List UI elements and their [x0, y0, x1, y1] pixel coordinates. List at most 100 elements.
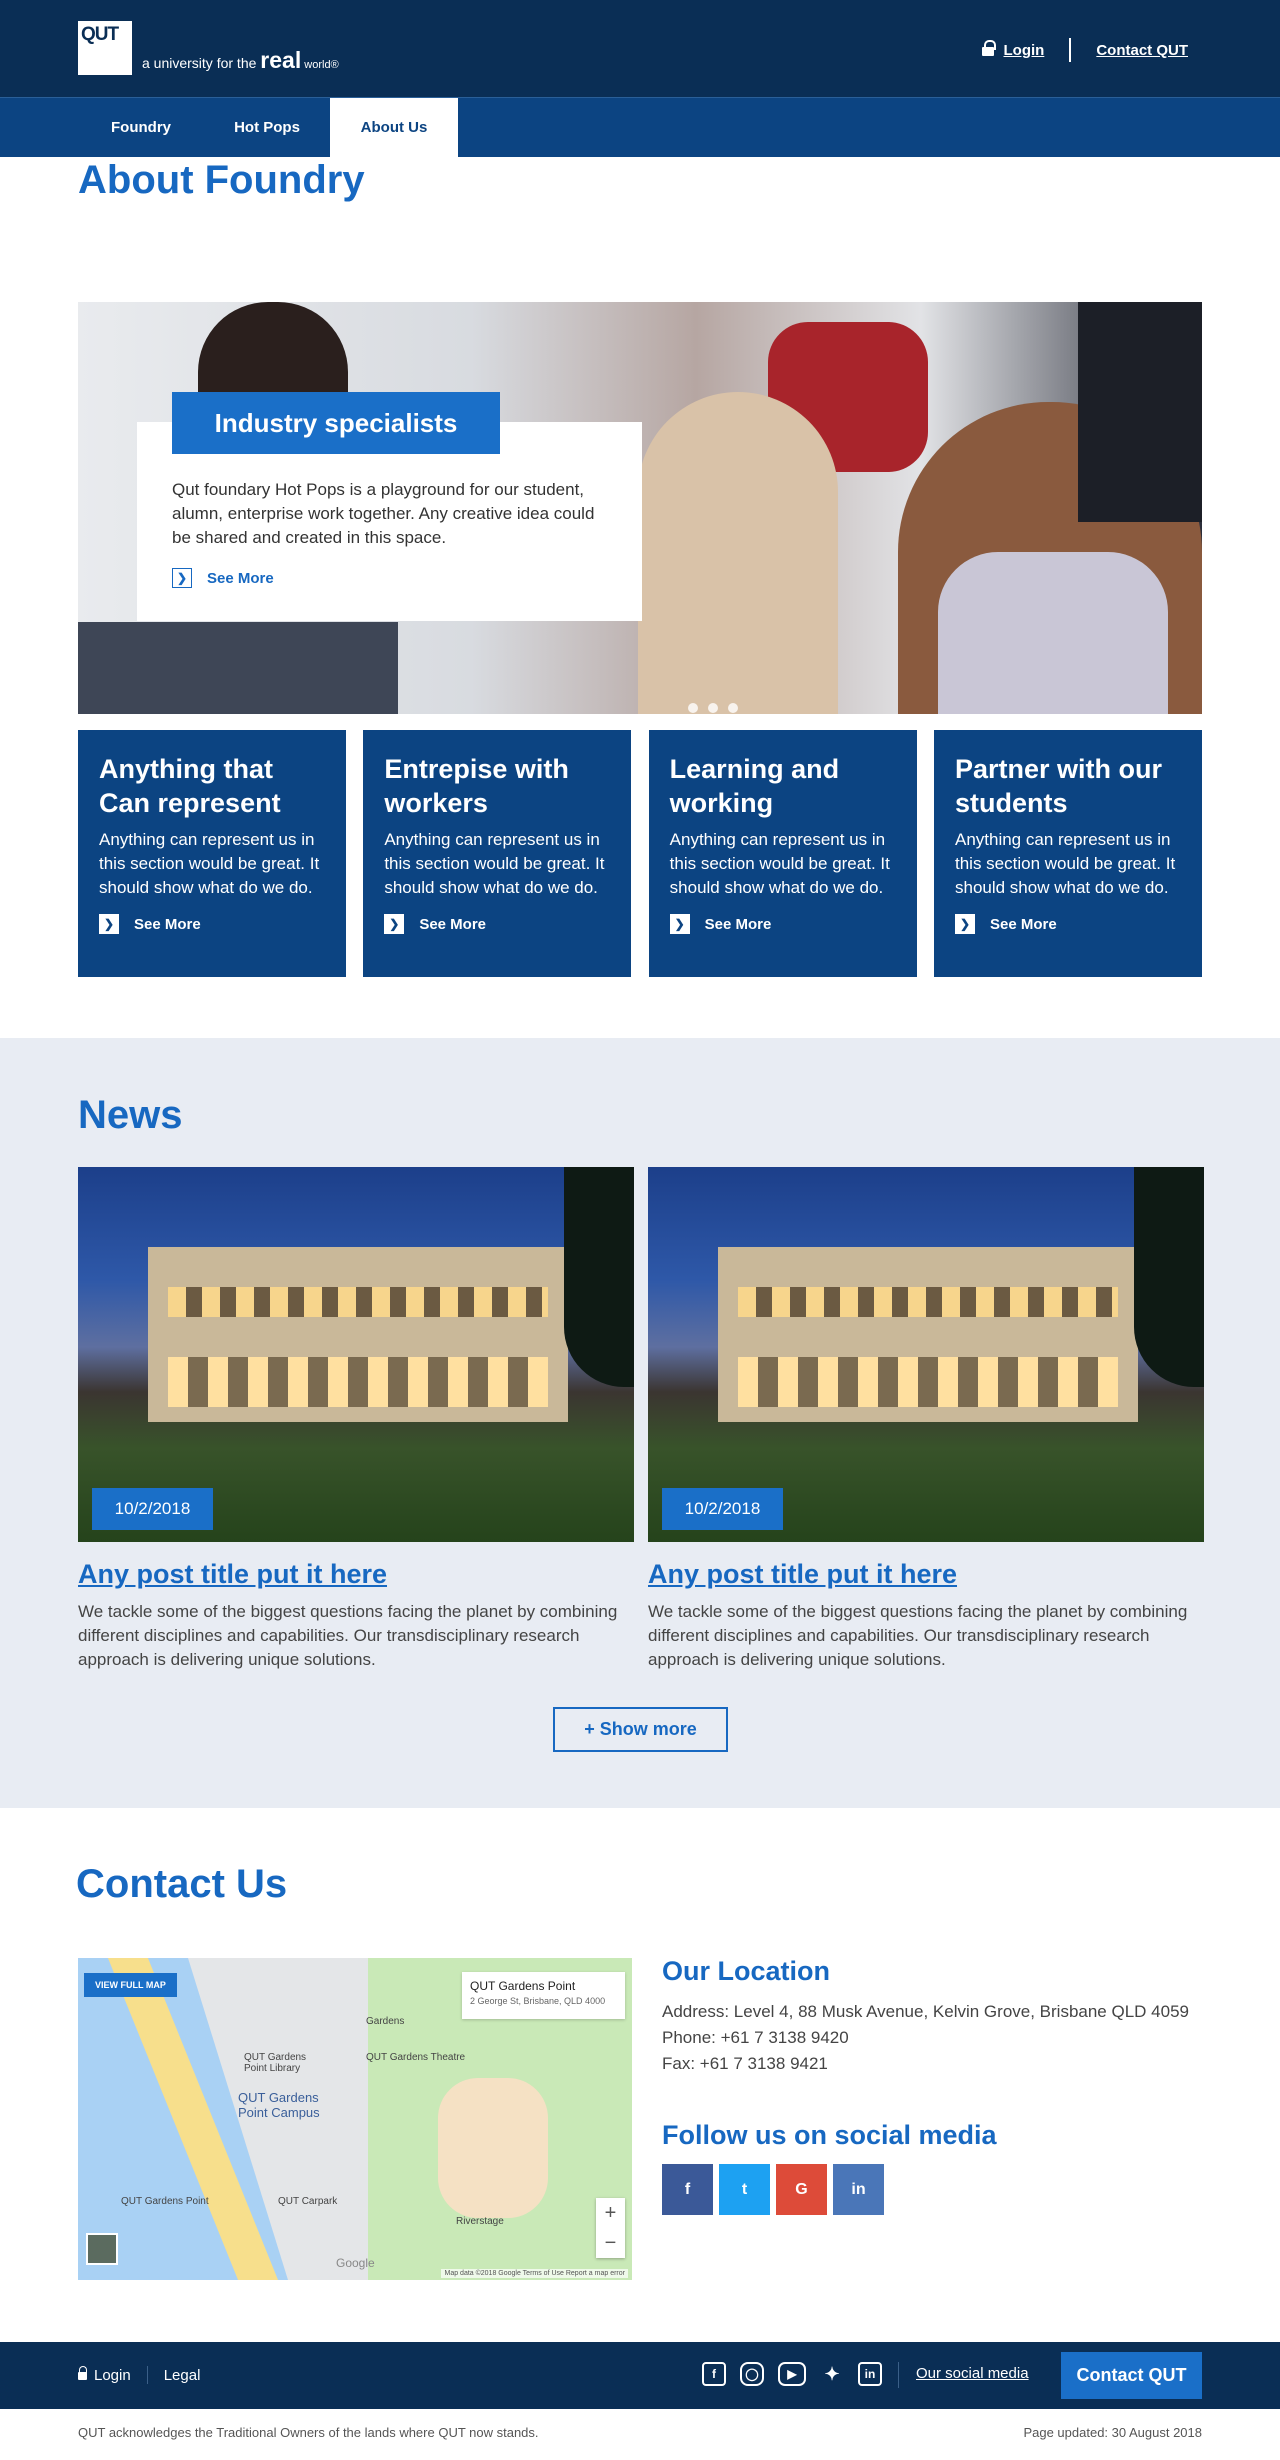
facebook-icon[interactable]: f: [702, 2362, 726, 2386]
view-full-map-button[interactable]: VIEW FULL MAP: [84, 1973, 177, 1997]
footer-legal-link[interactable]: Legal: [164, 2367, 201, 2384]
map-label: Riverstage: [456, 2216, 504, 2227]
card-text: Anything can represent us in this sectio…: [669, 830, 890, 897]
contact-title: Contact Us: [76, 1862, 288, 1906]
carousel-dot[interactable]: [728, 703, 738, 713]
post-title-link[interactable]: Any post title put it here: [648, 1559, 1204, 1590]
main-nav: Foundry Hot Pops About Us: [0, 97, 1280, 157]
card-title: Partner with our students: [954, 754, 1163, 818]
card-text: Anything can represent us in this sectio…: [384, 830, 605, 897]
card-text: Anything can represent us in this sectio…: [954, 830, 1176, 897]
footer-login-link[interactable]: Login: [94, 2367, 131, 2384]
hero-see-more-link[interactable]: ❯ See More: [172, 568, 274, 588]
divider: [1069, 38, 1072, 62]
zoom-in-icon[interactable]: +: [596, 2198, 625, 2228]
card-see-more-link[interactable]: ❯ See More: [954, 914, 1182, 934]
twitter-icon[interactable]: ✦: [820, 2362, 844, 2386]
header-links: Login Contact QUT: [981, 38, 1188, 62]
logo-tagline: a university for the real world®: [142, 47, 339, 73]
news-image[interactable]: 10/2/2018: [648, 1167, 1204, 1542]
page-title: About Foundry: [78, 158, 365, 202]
zoom-out-icon[interactable]: −: [596, 2228, 625, 2258]
acknowledgement: QUT acknowledges the Traditional Owners …: [78, 2425, 539, 2440]
nav-item-hot-pops[interactable]: Hot Pops: [204, 98, 330, 157]
map-label: QUT Carpark: [278, 2196, 338, 2207]
hero-text: Qut foundary Hot Pops is a playground fo…: [172, 480, 595, 547]
card-title: Entrepise with workers: [384, 754, 569, 818]
lock-icon: [78, 2366, 87, 2380]
address: Address: Level 4, 88 Musk Avenue, Kelvin…: [662, 2002, 1189, 2021]
twitter-icon[interactable]: t: [719, 2164, 770, 2215]
post-excerpt: We tackle some of the biggest questions …: [78, 1602, 618, 1669]
logo-mark: QUT: [78, 21, 132, 75]
map-attribution[interactable]: Map data ©2018 Google Terms of Use Repor…: [441, 2269, 628, 2278]
hero-label: Industry specialists: [172, 392, 500, 454]
card-see-more-link[interactable]: ❯ See More: [669, 914, 897, 934]
chevron-right-icon: ❯: [99, 914, 119, 934]
map-label: QUT Gardens Point: [121, 2196, 209, 2207]
nav-item-about-us[interactable]: About Us: [330, 98, 458, 157]
footer-social-icons: f ◯ ▶ ✦ in: [702, 2362, 882, 2386]
contact-qut-link[interactable]: Contact QUT: [1096, 42, 1188, 59]
footer-contact-button[interactable]: Contact QUT: [1061, 2352, 1202, 2399]
google-logo: Google: [336, 2256, 375, 2270]
see-more-label: See More: [207, 569, 274, 587]
feature-card: Anything that Can represent Anything can…: [78, 730, 346, 977]
footer: Login Legal f ◯ ▶ ✦ in Our social media …: [0, 2342, 1280, 2409]
news-item: 10/2/2018 Any post title put it here We …: [648, 1167, 1204, 1672]
news-item: 10/2/2018 Any post title put it here We …: [78, 1167, 634, 1672]
date-badge: 10/2/2018: [92, 1488, 213, 1530]
map-label: Gardens: [366, 2016, 405, 2027]
chevron-right-icon: ❯: [954, 914, 975, 934]
card-see-more-link[interactable]: ❯ See More: [384, 914, 611, 934]
map-zoom-controls: + −: [596, 2198, 625, 2258]
card-see-more-link[interactable]: ❯ See More: [99, 914, 326, 934]
chevron-right-icon: ❯: [172, 568, 192, 588]
street-view-icon[interactable]: [86, 2233, 118, 2265]
card-text: Anything can represent us in this sectio…: [99, 830, 320, 897]
map-label: QUT Gardens Point Library: [244, 2052, 307, 2074]
carousel-dot[interactable]: [708, 703, 718, 713]
facebook-icon[interactable]: f: [662, 2164, 713, 2215]
social-buttons: f t G in: [662, 2164, 884, 2215]
post-excerpt: We tackle some of the biggest questions …: [648, 1602, 1188, 1669]
map-info-card: QUT Gardens Point 2 George St, Brisbane,…: [462, 1972, 625, 2019]
divider: [898, 2362, 899, 2388]
feature-card: Partner with our students Anything can r…: [933, 730, 1202, 977]
carousel-dots: [688, 703, 738, 713]
map-label: QUT Gardens Point Campus: [238, 2090, 320, 2120]
instagram-icon[interactable]: ◯: [740, 2362, 764, 2386]
youtube-icon[interactable]: ▶: [778, 2362, 806, 2386]
top-header: QUT a university for the real world® Log…: [0, 0, 1280, 97]
map-label: QUT Gardens Theatre: [366, 2052, 466, 2063]
linkedin-icon[interactable]: in: [858, 2362, 882, 2386]
news-section: News 10/2/2018 Any post title put it her…: [0, 1038, 1280, 1808]
qut-logo[interactable]: QUT a university for the real world®: [78, 21, 339, 75]
lock-icon: [981, 39, 996, 56]
feature-card: Entrepise with workers Anything can repr…: [363, 730, 632, 977]
feature-cards: Anything that Can represent Anything can…: [78, 730, 1202, 977]
fax: Fax: +61 7 3138 9421: [662, 2054, 828, 2073]
phone: Phone: +61 7 3138 9420: [662, 2028, 849, 2047]
card-title: Learning and working: [669, 754, 840, 818]
divider: [146, 2366, 148, 2384]
carousel-dot[interactable]: [688, 703, 698, 713]
show-more-button[interactable]: + Show more: [553, 1707, 728, 1752]
login-link[interactable]: Login: [1004, 42, 1045, 59]
post-title-link[interactable]: Any post title put it here: [78, 1559, 634, 1590]
location-title: Our Location: [662, 1956, 830, 1986]
page-updated: Page updated: 30 August 2018: [1023, 2425, 1202, 2440]
date-badge: 10/2/2018: [662, 1488, 783, 1530]
location-map[interactable]: VIEW FULL MAP QUT Gardens Point 2 George…: [78, 1958, 632, 2280]
chevron-right-icon: ❯: [669, 914, 690, 934]
google-plus-icon[interactable]: G: [776, 2164, 827, 2215]
social-title: Follow us on social media: [662, 2120, 997, 2150]
nav-item-foundry[interactable]: Foundry: [78, 98, 204, 157]
news-image[interactable]: 10/2/2018: [78, 1167, 634, 1542]
news-title: News: [78, 1093, 183, 1137]
linkedin-icon[interactable]: in: [833, 2164, 884, 2215]
card-title: Anything that Can represent: [99, 754, 281, 818]
feature-card: Learning and working Anything can repres…: [648, 730, 917, 977]
chevron-right-icon: ❯: [384, 914, 405, 934]
our-social-media-link[interactable]: Our social media: [916, 2365, 1029, 2382]
